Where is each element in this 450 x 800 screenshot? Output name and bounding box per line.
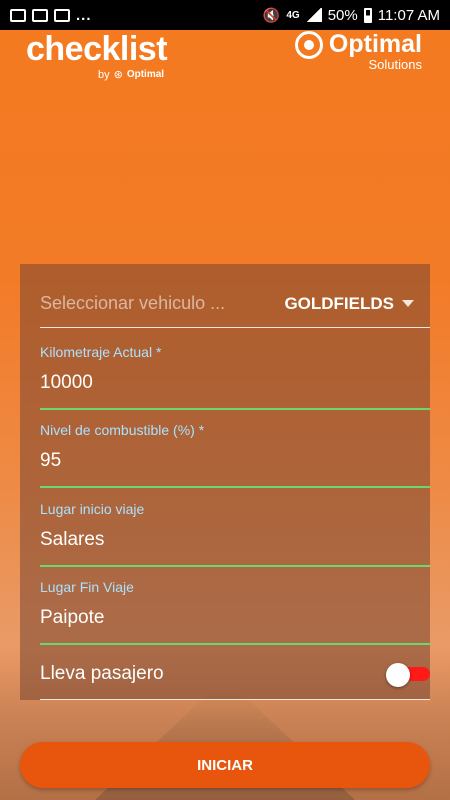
image-icon bbox=[10, 8, 26, 22]
checklist-logo: checklist by ⊛ Optimal bbox=[26, 30, 168, 81]
checklist-logo-text: checklist bbox=[26, 30, 168, 68]
fuel-level-input[interactable]: 95 bbox=[40, 450, 61, 472]
passenger-toggle[interactable] bbox=[386, 662, 430, 687]
mute-icon: 🔇 bbox=[262, 6, 281, 23]
optimal-tagline: Solutions bbox=[368, 57, 422, 72]
signal-icon bbox=[305, 8, 322, 22]
fuel-level-field[interactable]: Nivel de combustible (%) * 95 bbox=[40, 422, 430, 488]
passenger-row: Lleva pasajero bbox=[40, 648, 430, 700]
optimal-solutions-logo: Optimal Solutions bbox=[294, 30, 422, 72]
battery-icon bbox=[363, 7, 372, 23]
logo-by-brand: Optimal bbox=[126, 69, 165, 80]
mail-icon bbox=[54, 8, 70, 22]
optimal-name: Optimal bbox=[328, 30, 422, 58]
vehicle-select[interactable]: Seleccionar vehiculo ... GOLDFIELDS bbox=[40, 280, 430, 328]
status-right: 🔇 4G 50% 11:07 AM bbox=[263, 7, 440, 24]
fuel-level-label: Nivel de combustible (%) * bbox=[40, 422, 205, 438]
trip-end-label: Lugar Fin Viaje bbox=[40, 579, 134, 595]
image-icon bbox=[32, 8, 48, 22]
status-more: ... bbox=[76, 6, 92, 24]
status-left: ... bbox=[10, 7, 92, 24]
trip-start-field[interactable]: Lugar inicio viaje Salares bbox=[40, 501, 430, 567]
dropdown-caret-icon bbox=[402, 300, 414, 307]
vehicle-select-placeholder: Seleccionar vehiculo ... bbox=[40, 293, 226, 313]
status-bar: ... 🔇 4G 50% 11:07 AM bbox=[0, 0, 450, 30]
optimal-logo-row: Optimal bbox=[294, 30, 422, 59]
clock: 11:07 AM bbox=[377, 6, 440, 24]
network-type: 4G bbox=[286, 9, 300, 21]
battery-percent: 50% bbox=[327, 6, 358, 24]
vehicle-select-value[interactable]: GOLDFIELDS bbox=[284, 294, 430, 314]
toggle-thumb[interactable] bbox=[386, 662, 410, 687]
logo-byline: by ⊛ Optimal bbox=[98, 68, 165, 82]
trip-start-label: Lugar inicio viaje bbox=[40, 501, 145, 517]
optimal-icon bbox=[294, 30, 323, 59]
trip-start-input[interactable]: Salares bbox=[40, 529, 104, 551]
optimal-small-icon: ⊛ bbox=[113, 69, 123, 81]
trip-form: Seleccionar vehiculo ... GOLDFIELDS Kilo… bbox=[20, 264, 430, 700]
odometer-input[interactable]: 10000 bbox=[40, 372, 93, 394]
odometer-label: Kilometraje Actual * bbox=[40, 344, 162, 360]
start-button[interactable]: INICIAR bbox=[20, 742, 430, 788]
trip-end-input[interactable]: Paipote bbox=[40, 607, 104, 629]
vehicle-selected-text: GOLDFIELDS bbox=[284, 293, 394, 313]
logo-by: by bbox=[98, 68, 110, 81]
trip-end-field[interactable]: Lugar Fin Viaje Paipote bbox=[40, 579, 430, 645]
odometer-field[interactable]: Kilometraje Actual * 10000 bbox=[40, 344, 430, 410]
passenger-label: Lleva pasajero bbox=[40, 662, 164, 684]
